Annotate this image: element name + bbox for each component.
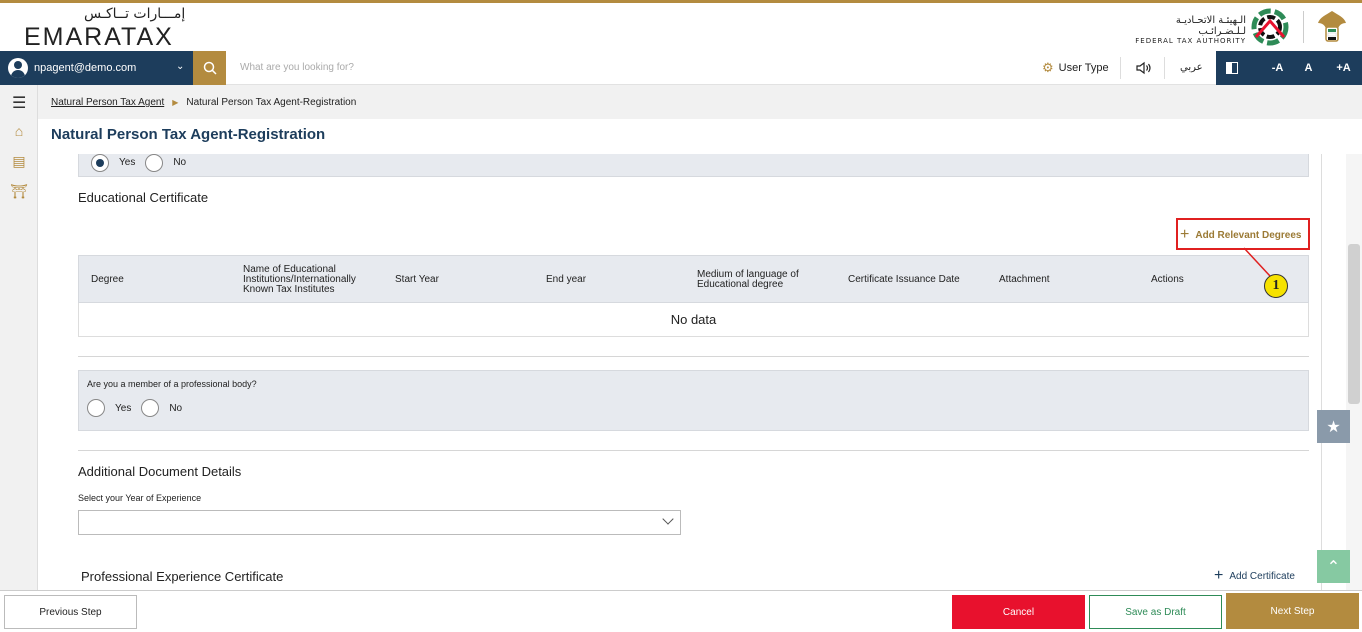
star-icon: ★	[1326, 418, 1341, 436]
footer-actions: Previous Step Cancel Save as Draft Next …	[0, 590, 1362, 632]
cancel-button[interactable]: Cancel	[952, 595, 1085, 629]
scrollbar[interactable]	[1346, 154, 1362, 590]
previous-step-button[interactable]: Previous Step	[4, 595, 137, 629]
next-step-button[interactable]: Next Step	[1226, 593, 1359, 629]
save-as-draft-button[interactable]: Save as Draft	[1089, 595, 1222, 629]
scroll-to-top-button[interactable]: ⌃	[1317, 550, 1350, 583]
scrollbar-thumb[interactable]	[1348, 244, 1360, 404]
annotation-marker: 1	[1264, 274, 1288, 298]
double-chevron-up-icon: ⌃	[1326, 558, 1341, 576]
annotation-arrow	[1243, 247, 1271, 277]
favorite-star-button[interactable]: ★	[1317, 410, 1350, 443]
